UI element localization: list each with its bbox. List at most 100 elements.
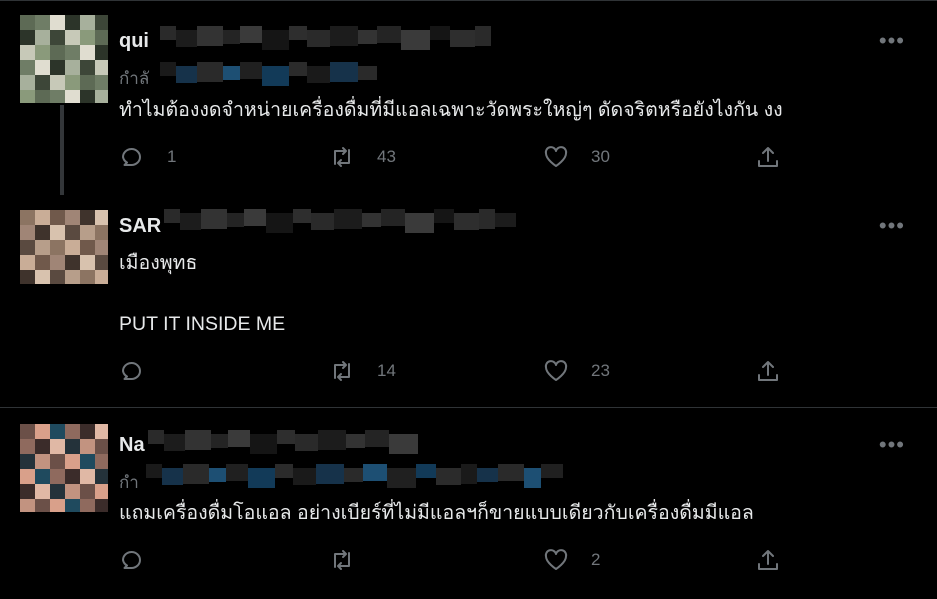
- avatar-mosaic-pixel: [80, 439, 95, 454]
- redaction-block: [160, 62, 176, 76]
- avatar-mosaic-pixel: [80, 45, 95, 60]
- avatar-mosaic-pixel: [20, 270, 35, 284]
- avatar-mosaic-pixel: [95, 15, 108, 30]
- redaction-block: [164, 434, 185, 451]
- username-handle[interactable]: กำ: [119, 469, 139, 496]
- avatar-mosaic-pixel: [35, 454, 50, 469]
- retweet-button[interactable]: 43: [329, 142, 396, 172]
- avatar-mosaic-pixel: [65, 90, 80, 103]
- avatar-mosaic-pixel: [80, 499, 95, 512]
- redaction-block: [495, 213, 516, 227]
- redaction-block: [436, 468, 461, 485]
- avatar-mosaic-pixel: [50, 499, 65, 512]
- redaction-block: [475, 26, 491, 46]
- tweet-text-line-2: PUT IT INSIDE ME: [119, 313, 286, 335]
- avatar-mosaic-pixel: [50, 210, 65, 225]
- redaction-block: [226, 464, 248, 481]
- avatar-mosaic-pixel: [35, 15, 50, 30]
- redaction-block: [160, 26, 176, 40]
- redaction-block: [454, 213, 479, 230]
- reply-button[interactable]: [119, 545, 167, 575]
- like-button[interactable]: 23: [543, 356, 610, 386]
- redaction-block: [185, 430, 211, 450]
- avatar-mosaic-pixel: [65, 60, 80, 75]
- retweet-button[interactable]: 14: [329, 356, 396, 386]
- tweet-2[interactable]: SAR ••• เมืองพุทธ PUT IT INSIDE ME 14 23: [0, 193, 937, 407]
- avatar-mosaic-pixel: [80, 484, 95, 499]
- redaction-block: [430, 26, 450, 40]
- redaction-block: [266, 213, 293, 233]
- avatar-mosaic-pixel: [80, 90, 95, 103]
- action-bar: 14 23: [119, 356, 799, 386]
- share-button[interactable]: [755, 142, 781, 172]
- avatar-mosaic-pixel: [50, 225, 65, 240]
- avatar[interactable]: [20, 15, 108, 103]
- more-options-icon[interactable]: •••: [879, 434, 905, 456]
- redaction-block: [176, 30, 197, 47]
- redaction-block: [330, 26, 358, 46]
- share-button[interactable]: [755, 545, 781, 575]
- avatar-mosaic-pixel: [35, 484, 50, 499]
- redaction-block: [240, 26, 262, 43]
- like-button[interactable]: 30: [543, 142, 610, 172]
- action-bar: 1 43 30: [119, 142, 799, 172]
- avatar-mosaic-pixel: [20, 484, 35, 499]
- avatar[interactable]: [20, 210, 108, 284]
- redaction-block: [197, 26, 223, 46]
- redaction-block: [389, 434, 418, 454]
- redaction-block: [248, 468, 275, 488]
- redaction-block: [201, 209, 227, 229]
- share-button[interactable]: [755, 356, 781, 386]
- avatar-mosaic-pixel: [20, 30, 35, 45]
- share-upload-icon: [758, 147, 778, 167]
- redaction-block: [346, 434, 365, 448]
- redaction-block: [176, 66, 197, 83]
- display-name[interactable]: SAR: [119, 215, 161, 238]
- redaction-block: [377, 26, 401, 43]
- redaction-block: [387, 468, 416, 488]
- tweet-1[interactable]: qui กำลั ••• ทำไมต้องงดจำหน่ายเครื่องดื่…: [0, 0, 937, 195]
- avatar-mosaic-pixel: [50, 60, 65, 75]
- reply-button[interactable]: 1: [119, 142, 176, 172]
- avatar-mosaic-pixel: [35, 469, 50, 484]
- avatar-mosaic-pixel: [80, 225, 95, 240]
- avatar-mosaic-pixel: [50, 469, 65, 484]
- retweet-count: 14: [377, 361, 396, 380]
- retweet-button[interactable]: [329, 545, 377, 575]
- display-name[interactable]: Na: [119, 434, 145, 457]
- avatar-mosaic-pixel: [65, 15, 80, 30]
- redaction-block: [289, 26, 307, 40]
- display-name[interactable]: qui: [119, 30, 149, 53]
- avatar-mosaic-pixel: [20, 90, 35, 103]
- reply-button[interactable]: [119, 356, 167, 386]
- like-button[interactable]: 2: [543, 545, 600, 575]
- heart-icon: [544, 360, 568, 381]
- more-options-icon[interactable]: •••: [879, 30, 905, 52]
- avatar[interactable]: [20, 424, 108, 512]
- avatar-mosaic-pixel: [35, 270, 50, 284]
- redaction-block: [524, 468, 541, 488]
- redaction-block: [262, 66, 289, 86]
- like-count: 2: [591, 550, 601, 569]
- avatar-mosaic-pixel: [20, 15, 35, 30]
- redaction-block: [311, 213, 334, 230]
- avatar-mosaic-pixel: [95, 60, 108, 75]
- avatar-mosaic-pixel: [65, 484, 80, 499]
- redaction-block: [461, 464, 477, 484]
- avatar-mosaic-pixel: [35, 439, 50, 454]
- redaction-block: [365, 430, 389, 447]
- redaction-block: [209, 468, 226, 482]
- username-handle[interactable]: กำลั: [119, 65, 149, 92]
- avatar-mosaic-pixel: [50, 439, 65, 454]
- redaction-block: [330, 62, 358, 82]
- redaction-block: [334, 209, 362, 229]
- retweet-count: 43: [377, 147, 396, 166]
- avatar-mosaic-pixel: [50, 75, 65, 90]
- action-bar: 2: [119, 545, 799, 575]
- redaction-block: [223, 30, 240, 44]
- tweet-3[interactable]: Na กำ ••• แถมเครื่องดื่มโอแอล อย่างเบียร…: [0, 407, 937, 599]
- like-count: 30: [591, 147, 610, 166]
- more-options-icon[interactable]: •••: [879, 215, 905, 237]
- avatar-mosaic-pixel: [80, 240, 95, 255]
- redaction-block: [183, 464, 209, 484]
